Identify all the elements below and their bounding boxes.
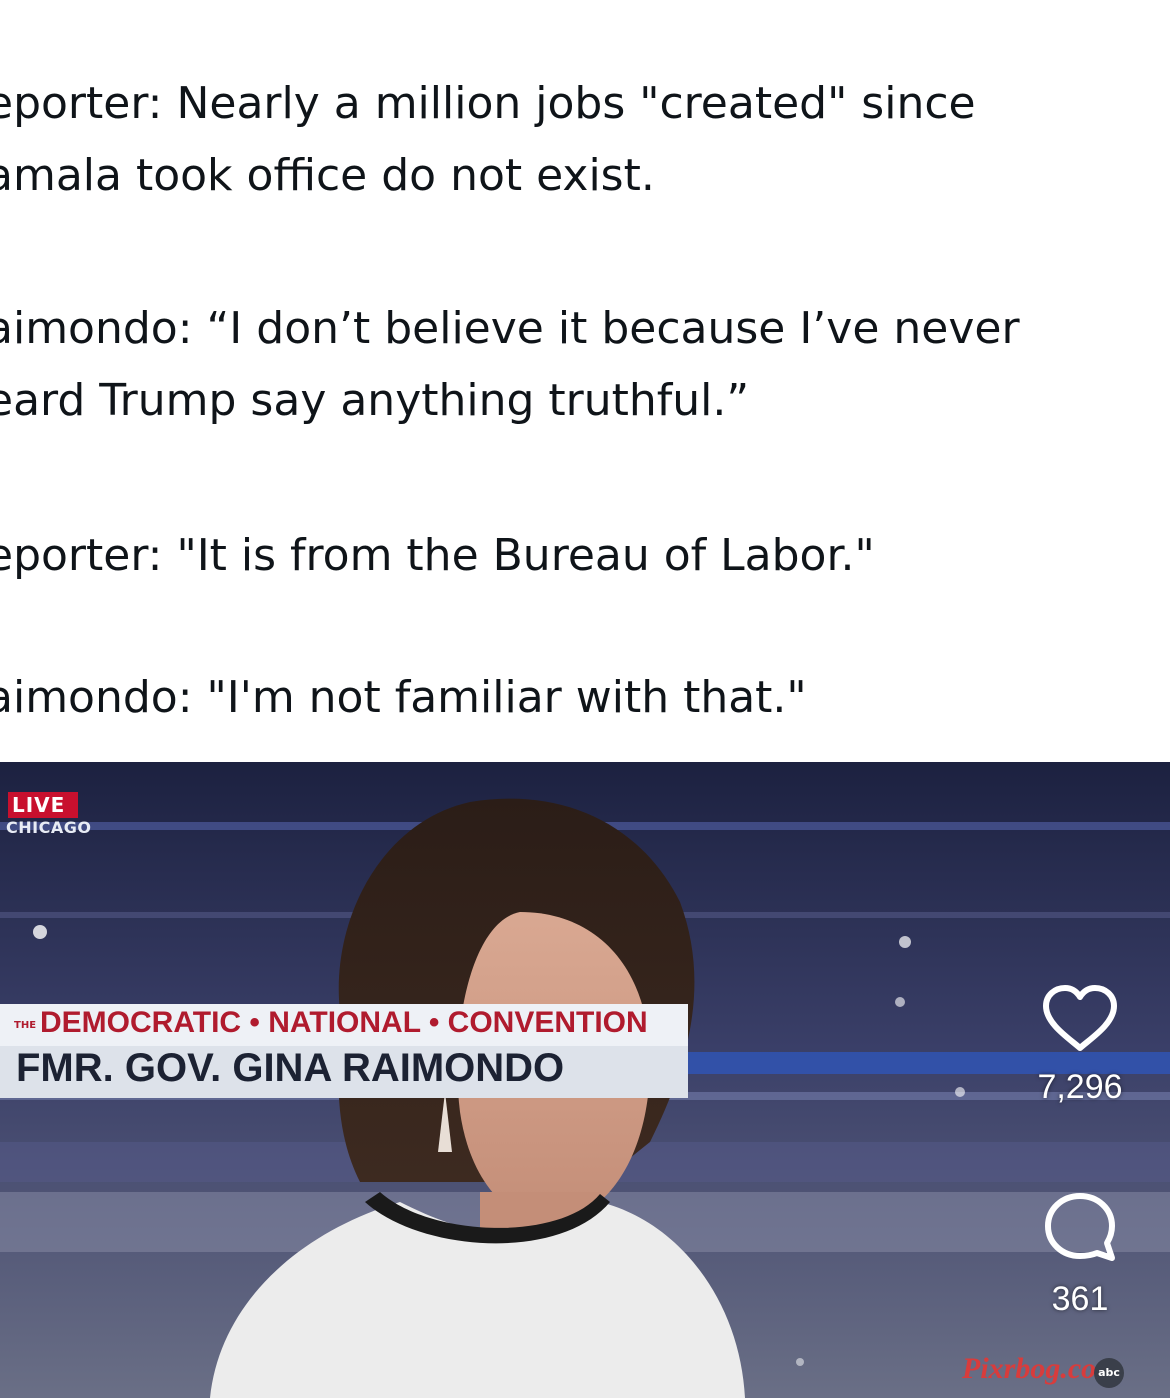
like-button[interactable]: 7,296 (1025, 984, 1135, 1107)
paragraph-raimondo-2: aimondo: "I'm not familiar with that." (0, 662, 807, 734)
live-location: CHICAGO (6, 818, 92, 837)
line: aimondo: "I'm not familiar with that." (0, 672, 807, 723)
line: eard Trump say anything truthful.” (0, 375, 750, 426)
heart-icon[interactable] (1040, 984, 1120, 1054)
like-count: 7,296 (1037, 1068, 1123, 1106)
line: amala took office do not exist. (0, 150, 655, 201)
comment-button[interactable]: 361 (1025, 1190, 1135, 1319)
paragraph-reporter-1: eporter: Nearly a million jobs "created"… (0, 68, 976, 212)
speech-bubble-icon[interactable] (1040, 1190, 1120, 1266)
post-text: eporter: Nearly a million jobs "created"… (0, 0, 1170, 762)
line: eporter: "It is from the Bureau of Labor… (0, 530, 875, 581)
comment-count: 361 (1051, 1280, 1109, 1318)
lower-third-name: FMR. GOV. GINA RAIMONDO (16, 1046, 565, 1090)
line: eporter: Nearly a million jobs "created"… (0, 78, 976, 129)
live-badge: LIVE (8, 792, 78, 818)
paragraph-raimondo-1: aimondo: “I don’t believe it because I’v… (0, 293, 1020, 437)
paragraph-reporter-2: eporter: "It is from the Bureau of Labor… (0, 520, 875, 592)
screenshot: eporter: Nearly a million jobs "created"… (0, 0, 1170, 1398)
network-logo: abc (1094, 1358, 1124, 1388)
line: aimondo: “I don’t believe it because I’v… (0, 303, 1020, 354)
lower-third-prefix: THE (14, 1020, 37, 1031)
lower-third-event: DEMOCRATIC • NATIONAL • CONVENTION (40, 1006, 648, 1039)
